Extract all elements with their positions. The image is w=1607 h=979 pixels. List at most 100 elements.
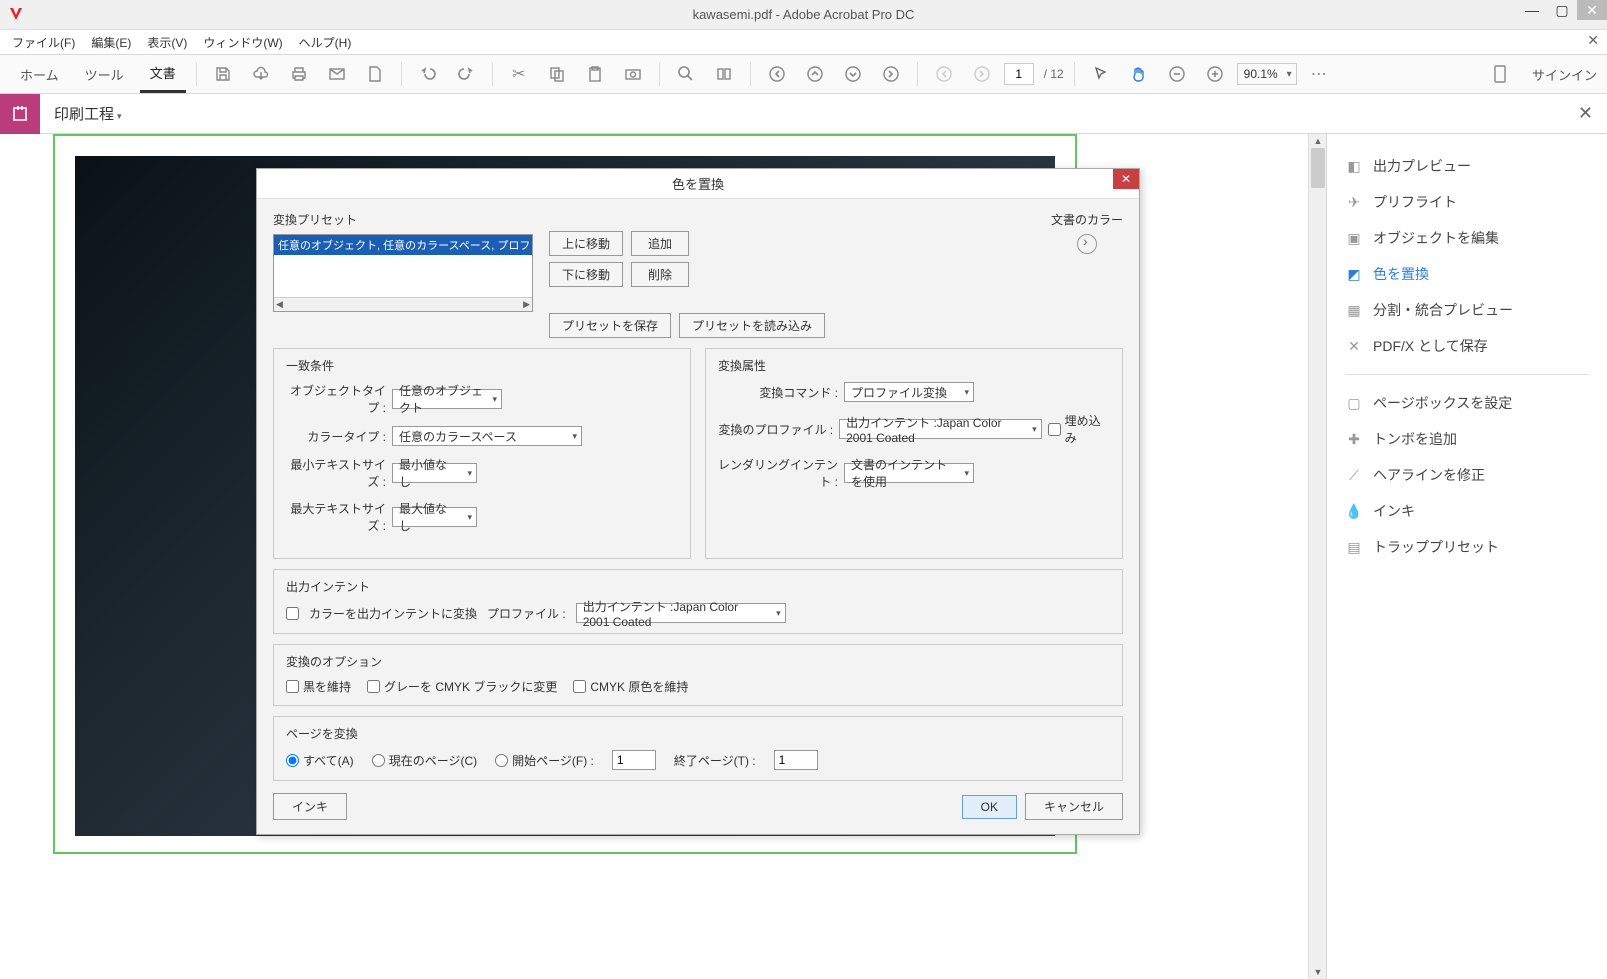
preset-list[interactable]: 任意のオブジェクト, 任意のカラースペース, プロファイル変換 ◀▶ xyxy=(273,234,533,312)
menu-view[interactable]: 表示(V) xyxy=(141,31,193,54)
redo-icon[interactable] xyxy=(456,64,476,84)
print-production-icon[interactable] xyxy=(0,94,40,134)
separator xyxy=(196,62,197,86)
start-page-input[interactable] xyxy=(612,750,656,770)
undo-icon[interactable] xyxy=(418,64,438,84)
options-legend: 変換のオプション xyxy=(282,653,386,670)
output-intent-section: 出力インテント カラーを出力インテントに変換 プロファイル : 出力インテント … xyxy=(273,569,1123,634)
page-down-icon[interactable] xyxy=(843,64,863,84)
mail-icon[interactable] xyxy=(327,64,347,84)
convert-to-output-checkbox[interactable] xyxy=(286,607,299,620)
search-icon[interactable] xyxy=(676,64,696,84)
scroll-up-icon[interactable]: ▲ xyxy=(1309,134,1327,148)
delete-button[interactable]: 削除 xyxy=(631,262,689,287)
page-number-input[interactable] xyxy=(1004,63,1034,85)
rp-edit-object[interactable]: ▣オブジェクトを編集 xyxy=(1337,220,1597,256)
menu-close-icon[interactable]: ✕ xyxy=(1587,32,1599,49)
page-icon[interactable] xyxy=(365,64,385,84)
clipboard-icon[interactable] xyxy=(585,64,605,84)
dialog-close-button[interactable]: ✕ xyxy=(1113,169,1139,189)
ink-button[interactable]: インキ xyxy=(273,793,347,820)
rp-output-preview[interactable]: ◧出力プレビュー xyxy=(1337,148,1597,184)
hand-tool-icon[interactable] xyxy=(1129,64,1149,84)
page-up-icon[interactable] xyxy=(805,64,825,84)
dialog-titlebar: 色を置換 ✕ xyxy=(257,169,1139,199)
rp-preflight[interactable]: ✈プリフライト xyxy=(1337,184,1597,220)
color-type-select[interactable]: 任意のカラースペース xyxy=(392,426,582,446)
first-page-icon[interactable] xyxy=(767,64,787,84)
keep-cmyk-label: CMYK 原色を維持 xyxy=(590,678,688,695)
flattener-icon: ▦ xyxy=(1345,301,1363,319)
rp-hairline[interactable]: ⟋ヘアラインを修正 xyxy=(1337,457,1597,493)
rp-add-marks[interactable]: ✚トンボを追加 xyxy=(1337,421,1597,457)
rp-flattener[interactable]: ▦分割・統合プレビュー xyxy=(1337,292,1597,328)
end-page-input[interactable] xyxy=(774,750,818,770)
select-tool-icon[interactable] xyxy=(1091,64,1111,84)
scroll-thumb[interactable] xyxy=(1311,148,1325,188)
save-preset-button[interactable]: プリセットを保存 xyxy=(549,313,671,338)
max-text-select[interactable]: 最大値なし xyxy=(392,507,477,527)
all-pages-radio[interactable] xyxy=(286,754,299,767)
range-radio[interactable] xyxy=(495,754,508,767)
current-page-label: 現在のページ(C) xyxy=(389,752,477,769)
close-button[interactable]: ✕ xyxy=(1577,0,1607,20)
load-preset-button[interactable]: プリセットを読み込み xyxy=(679,313,825,338)
prev-view-icon[interactable] xyxy=(934,64,954,84)
rp-ink[interactable]: 💧インキ xyxy=(1337,493,1597,529)
convert-profile-select[interactable]: 出力インテント :Japan Color 2001 Coated xyxy=(839,419,1042,439)
current-page-radio[interactable] xyxy=(372,754,385,767)
last-page-icon[interactable] xyxy=(881,64,901,84)
min-text-select[interactable]: 最小値なし xyxy=(392,463,477,483)
menu-help[interactable]: ヘルプ(H) xyxy=(293,31,358,54)
render-label: レンダリングインテント : xyxy=(718,456,838,490)
move-up-button[interactable]: 上に移動 xyxy=(549,231,623,256)
menu-edit[interactable]: 編集(E) xyxy=(85,31,137,54)
move-down-button[interactable]: 下に移動 xyxy=(549,262,623,287)
output-profile-select[interactable]: 出力インテント :Japan Color 2001 Coated xyxy=(576,603,786,623)
mobile-icon[interactable] xyxy=(1490,64,1510,84)
rp-convert-colors[interactable]: ◩色を置換 xyxy=(1337,256,1597,292)
convert-command-select[interactable]: プロファイル変換 xyxy=(844,382,974,402)
next-view-icon[interactable] xyxy=(972,64,992,84)
gray-cmyk-checkbox[interactable] xyxy=(367,680,380,693)
rp-save-pdfx[interactable]: ✕PDF/X として保存 xyxy=(1337,328,1597,364)
print-icon[interactable] xyxy=(289,64,309,84)
signin-link[interactable]: サインイン xyxy=(1532,65,1597,84)
tab-home[interactable]: ホーム xyxy=(10,57,69,92)
preset-item[interactable]: 任意のオブジェクト, 任意のカラースペース, プロファイル変換 xyxy=(274,235,532,255)
cut-icon[interactable]: ✂ xyxy=(509,64,529,84)
more-icon[interactable]: ⋯ xyxy=(1309,64,1329,84)
object-type-select[interactable]: 任意のオブジェクト xyxy=(392,389,502,409)
menu-file[interactable]: ファイル(F) xyxy=(6,31,81,54)
zoom-out-icon[interactable] xyxy=(1167,64,1187,84)
tab-tool[interactable]: ツール xyxy=(75,57,134,92)
doc-color-icon[interactable] xyxy=(1077,234,1097,254)
close-panel-icon[interactable]: ✕ xyxy=(1578,103,1593,124)
find-icon[interactable] xyxy=(714,64,734,84)
keep-black-checkbox[interactable] xyxy=(286,680,299,693)
tab-document[interactable]: 文書 xyxy=(140,55,186,93)
render-intent-select[interactable]: 文書のインテントを使用 xyxy=(844,463,974,483)
zoom-select[interactable]: 90.1% xyxy=(1237,63,1297,85)
scroll-down-icon[interactable]: ▼ xyxy=(1309,965,1327,979)
vertical-scrollbar[interactable]: ▲ ▼ xyxy=(1308,134,1326,979)
cloud-icon[interactable] xyxy=(251,64,271,84)
preset-hscroll[interactable]: ◀▶ xyxy=(274,297,532,311)
rp-trap[interactable]: ▤トラッププリセット xyxy=(1337,529,1597,565)
rp-page-boxes[interactable]: ▢ページボックスを設定 xyxy=(1337,385,1597,421)
snapshot-icon[interactable] xyxy=(623,64,643,84)
save-icon[interactable] xyxy=(213,64,233,84)
cancel-button[interactable]: キャンセル xyxy=(1025,793,1123,820)
embed-checkbox[interactable] xyxy=(1048,423,1061,436)
app-icon xyxy=(8,6,24,22)
ok-button[interactable]: OK xyxy=(962,795,1017,819)
add-button[interactable]: 追加 xyxy=(631,231,689,256)
window-titlebar: kawasemi.pdf - Adobe Acrobat Pro DC — ▢ … xyxy=(0,0,1607,30)
copy-icon[interactable] xyxy=(547,64,567,84)
minimize-button[interactable]: — xyxy=(1517,0,1547,20)
keep-cmyk-checkbox[interactable] xyxy=(573,680,586,693)
zoom-in-icon[interactable] xyxy=(1205,64,1225,84)
menu-window[interactable]: ウィンドウ(W) xyxy=(197,31,288,54)
maximize-button[interactable]: ▢ xyxy=(1547,0,1577,20)
panel-title[interactable]: 印刷工程 xyxy=(40,103,136,124)
